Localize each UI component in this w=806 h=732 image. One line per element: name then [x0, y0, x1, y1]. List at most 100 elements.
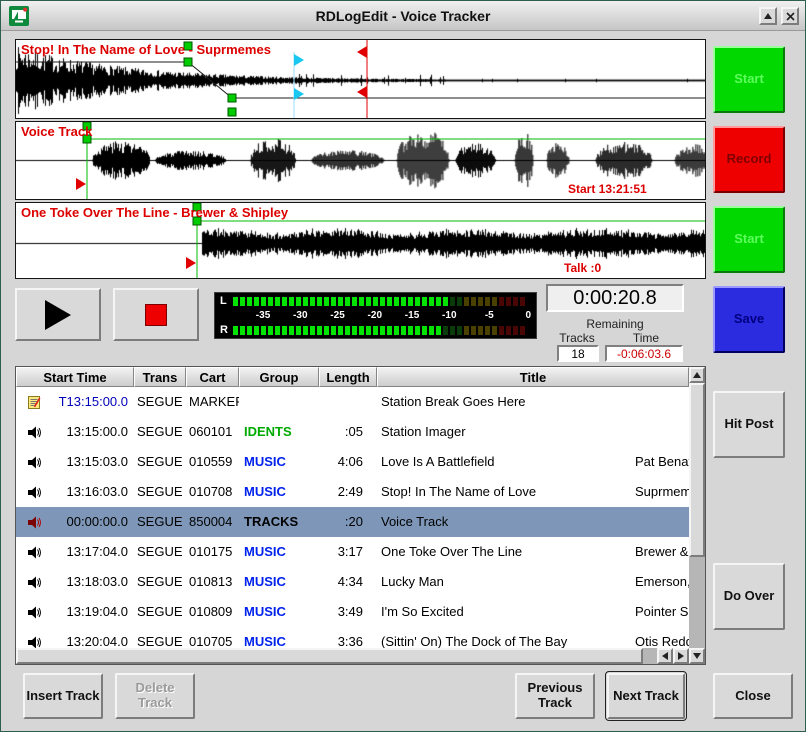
cell-cart: 010809	[186, 597, 239, 627]
horizontal-scrollbar[interactable]	[16, 648, 689, 664]
log-row[interactable]: 13:17:04.0 SEGUE 010175 MUSIC 3:17 One T…	[16, 537, 689, 567]
log-row[interactable]: 13:19:04.0 SEGUE 010809 MUSIC 3:49 I'm S…	[16, 597, 689, 627]
col-length[interactable]: Length	[319, 367, 377, 387]
log-row[interactable]: 00:00:00.0 SEGUE 850004 TRACKS :20 Voice…	[16, 507, 689, 537]
vertical-scrollbar[interactable]	[689, 367, 705, 664]
cell-group: MUSIC	[239, 477, 319, 507]
log-row[interactable]: 13:16:03.0 SEGUE 010708 MUSIC 2:49 Stop!…	[16, 477, 689, 507]
scroll-up-button[interactable]	[689, 367, 705, 383]
scroll-left-button[interactable]	[657, 648, 673, 664]
col-cart[interactable]: Cart	[186, 367, 239, 387]
stop-icon	[145, 304, 167, 326]
cell-artist	[632, 507, 689, 537]
cell-group: TRACKS	[239, 507, 319, 537]
cell-start-time: 13:18:03.0	[52, 567, 134, 597]
close-button[interactable]: Close	[713, 673, 793, 719]
log-rows: T13:15:00.0 SEGUE MARKER Station Break G…	[16, 387, 689, 648]
cell-start-time: 13:17:04.0	[52, 537, 134, 567]
close-window-button[interactable]	[781, 7, 799, 25]
log-row[interactable]: 13:20:04.0 SEGUE 010705 MUSIC 3:36 (Sitt…	[16, 627, 689, 648]
window-title: RDLogEdit - Voice Tracker	[316, 8, 491, 24]
log-row[interactable]: 13:15:03.0 SEGUE 010559 MUSIC 4:06 Love …	[16, 447, 689, 477]
do-over-button[interactable]: Do Over	[713, 563, 785, 630]
cell-length: 3:36	[319, 627, 377, 648]
audio-icon	[16, 447, 52, 477]
log-row[interactable]: T13:15:00.0 SEGUE MARKER Station Break G…	[16, 387, 689, 417]
cell-start-time: 13:19:04.0	[52, 597, 134, 627]
start-track1-button[interactable]: Start	[713, 46, 785, 113]
audio-icon	[16, 417, 52, 447]
end-marker-icon[interactable]	[357, 46, 367, 58]
start-track2-button[interactable]: Start	[713, 206, 785, 273]
record-button[interactable]: Record	[713, 126, 785, 193]
track-title: Voice Track	[21, 124, 92, 139]
fade-handle[interactable]	[228, 94, 236, 102]
cell-artist: Emerson, L	[632, 567, 689, 597]
audio-icon	[16, 477, 52, 507]
start-marker-icon[interactable]	[186, 257, 196, 269]
titlebar[interactable]: RDLogEdit - Voice Tracker	[1, 1, 805, 31]
play-cursor-icon[interactable]	[294, 54, 304, 66]
cell-length: 4:34	[319, 567, 377, 597]
cell-group	[239, 387, 319, 417]
hscroll-slider[interactable]	[16, 648, 643, 664]
talk-annotation: Talk :0	[564, 261, 601, 275]
cell-title: Station Break Goes Here	[377, 387, 632, 417]
stop-button[interactable]	[113, 288, 199, 341]
cell-title: I'm So Excited	[377, 597, 632, 627]
hit-post-button[interactable]: Hit Post	[713, 391, 785, 458]
waveform-panel-1[interactable]: Stop! In The Name of Love - Suprmemes	[15, 39, 706, 119]
log-row[interactable]: 13:18:03.0 SEGUE 010813 MUSIC 4:34 Lucky…	[16, 567, 689, 597]
scroll-down-button[interactable]	[689, 648, 705, 664]
cell-cart: 010708	[186, 477, 239, 507]
marker-handle[interactable]	[228, 108, 236, 116]
col-trans[interactable]: Trans	[134, 367, 186, 387]
cell-cart: 060101	[186, 417, 239, 447]
cell-artist	[632, 387, 689, 417]
cell-artist: Pat Benatar	[632, 447, 689, 477]
audio-icon	[16, 597, 52, 627]
cell-start-time: 13:15:00.0	[52, 417, 134, 447]
cell-trans: SEGUE	[134, 387, 186, 417]
col-title[interactable]: Title	[377, 367, 689, 387]
cell-start-time: 13:20:04.0	[52, 627, 134, 648]
end-marker-icon[interactable]	[357, 86, 367, 98]
left-arrow-icon	[658, 652, 668, 660]
scroll-right-button[interactable]	[673, 648, 689, 664]
start-marker-icon[interactable]	[76, 178, 86, 190]
track-icon	[16, 507, 52, 537]
cell-artist: Otis Reddin	[632, 627, 689, 648]
cell-artist: Pointer Sist	[632, 597, 689, 627]
meter-left-label: L	[220, 296, 233, 306]
next-track-button[interactable]: Next Track	[607, 673, 685, 719]
voice-tracker-window: RDLogEdit - Voice Tracker Stop! In The N…	[0, 0, 806, 732]
cell-trans: SEGUE	[134, 627, 186, 648]
fade-handle[interactable]	[184, 58, 192, 66]
cell-start-time: 13:15:03.0	[52, 447, 134, 477]
insert-track-button[interactable]: Insert Track	[23, 673, 103, 719]
save-button[interactable]: Save	[713, 286, 785, 353]
app-icon	[9, 6, 29, 26]
shade-window-button[interactable]	[759, 7, 777, 25]
col-start-time[interactable]: Start Time	[16, 367, 134, 387]
cell-trans: SEGUE	[134, 447, 186, 477]
vscroll-slider[interactable]	[689, 383, 705, 557]
remaining-label: Remaining	[546, 317, 684, 331]
cell-trans: SEGUE	[134, 597, 186, 627]
cell-cart: 010559	[186, 447, 239, 477]
col-group[interactable]: Group	[239, 367, 319, 387]
previous-track-button[interactable]: Previous Track	[515, 673, 595, 719]
waveform-panel-2[interactable]: Voice Track Start 13:21:51	[15, 121, 706, 200]
cell-length: 3:17	[319, 537, 377, 567]
time-display: 0:00:20.8	[546, 284, 684, 312]
cell-title: One Toke Over The Line	[377, 537, 632, 567]
audio-icon	[16, 537, 52, 567]
play-button[interactable]	[15, 288, 101, 341]
waveform-panel-3[interactable]: One Toke Over The Line - Brewer & Shiple…	[15, 202, 706, 279]
log-row[interactable]: 13:15:00.0 SEGUE 060101 IDENTS :05 Stati…	[16, 417, 689, 447]
tracks-remaining-value: 18	[557, 345, 599, 362]
cell-group: MUSIC	[239, 447, 319, 477]
cell-group: IDENTS	[239, 417, 319, 447]
cell-trans: SEGUE	[134, 507, 186, 537]
cell-cart: MARKER	[186, 387, 239, 417]
